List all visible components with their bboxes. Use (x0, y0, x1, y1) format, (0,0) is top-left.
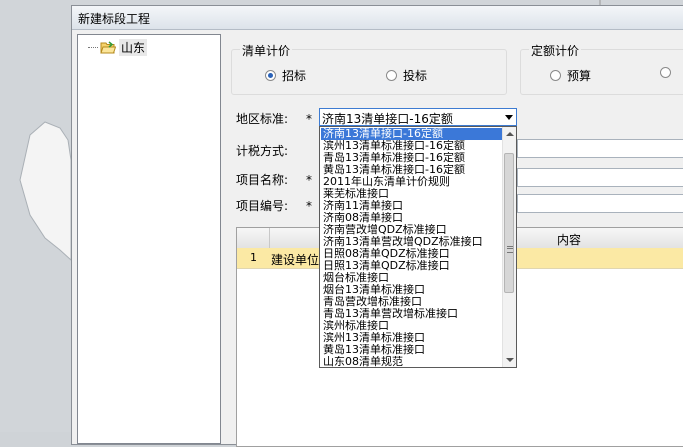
dropdown-option[interactable]: 济南11清单接口 (321, 200, 506, 212)
dropdown-option[interactable]: 莱芜标准接口 (321, 188, 506, 200)
column-header-content: 内容 (557, 233, 582, 247)
bill-pricing-title: 清单计价 (240, 42, 293, 59)
region-tree[interactable]: 山东 (77, 34, 221, 444)
radio-dot (386, 70, 397, 81)
dropdown-option[interactable]: 济南08清单接口 (321, 212, 506, 224)
row-number: 1 (250, 251, 257, 264)
dropdown-option[interactable]: 2011年山东清单计价规则 (321, 176, 506, 188)
quota-pricing-group: 定额计价 (520, 42, 683, 95)
dropdown-option[interactable]: 济南13清单营改增QDZ标准接口 (321, 236, 506, 248)
scroll-thumb[interactable] (504, 153, 514, 293)
region-standard-value: 济南13清单接口-16定额 (322, 112, 453, 126)
required-mark: * (306, 112, 312, 126)
radio-bid[interactable]: 投标 (386, 67, 427, 84)
project-name-label: 项目名称: (236, 173, 289, 187)
dropdown-option[interactable]: 黄岛13清单标准接口 (321, 344, 506, 356)
region-dropdown-list[interactable]: 济南13清单接口-16定额 滨州13清单标准接口-16定额 青岛13清单标准接口-1… (319, 126, 517, 368)
tree-connector (88, 47, 98, 48)
folder-open-icon (100, 41, 116, 54)
dropdown-option[interactable]: 滨州标准接口 (321, 320, 506, 332)
dropdown-option[interactable]: 烟台13清单标准接口 (321, 284, 506, 296)
dropdown-option[interactable]: 滨州13清单标准接口-16定额 (321, 140, 506, 152)
radio-label: 预算 (567, 69, 592, 83)
dropdown-option[interactable]: 济南营改增QDZ标准接口 (321, 224, 506, 236)
radio-dot (660, 67, 671, 78)
required-mark: * (306, 199, 312, 213)
dropdown-option[interactable]: 黄岛13清单标准接口-16定额 (321, 164, 506, 176)
region-standard-label: 地区标准: (236, 112, 289, 126)
dropdown-option[interactable]: 济南13清单接口-16定额 (321, 128, 506, 140)
quota-pricing-title: 定额计价 (529, 42, 582, 59)
window-title: 新建标段工程 (78, 12, 151, 26)
tree-node-label: 山东 (119, 39, 148, 56)
tax-method-label: 计税方式: (236, 144, 289, 158)
project-code-input[interactable] (517, 194, 683, 213)
row-name: 建设单位 (271, 253, 320, 267)
column-separator (269, 228, 270, 248)
project-name-input[interactable] (517, 168, 683, 187)
tree-node-root[interactable]: 山东 (88, 39, 148, 56)
dropdown-option[interactable]: 日照13清单QDZ标准接口 (321, 260, 506, 272)
radio-budget[interactable]: 预算 (550, 67, 591, 84)
dropdown-option[interactable]: 烟台标准接口 (321, 272, 506, 284)
radio-label: 招标 (282, 69, 307, 83)
radio-label: 投标 (403, 69, 428, 83)
dropdown-option[interactable]: 青岛营改增标准接口 (321, 296, 506, 308)
dropdown-option[interactable]: 青岛13清单营改增标准接口 (321, 308, 506, 320)
grip-icon (507, 246, 513, 253)
dropdown-option[interactable]: 滨州13清单标准接口 (321, 332, 506, 344)
dropdown-scrollbar[interactable] (502, 127, 516, 367)
tax-method-field[interactable] (517, 139, 683, 158)
region-standard-select[interactable]: 济南13清单接口-16定额 (319, 108, 517, 126)
scroll-up-icon[interactable] (506, 132, 514, 136)
radio-second-option[interactable] (660, 67, 677, 78)
chevron-down-icon[interactable] (505, 115, 513, 120)
radio-dot (265, 70, 276, 81)
radio-dot (550, 70, 561, 81)
dropdown-option[interactable]: 青岛13清单标准接口-16定额 (321, 152, 506, 164)
project-code-label: 项目编号: (236, 199, 289, 213)
scroll-down-icon[interactable] (506, 358, 514, 362)
radio-tender[interactable]: 招标 (265, 67, 306, 84)
dropdown-option[interactable]: 山东08清单规范 (321, 356, 506, 367)
dropdown-option[interactable]: 日照08清单QDZ标准接口 (321, 248, 506, 260)
title-bar[interactable]: 新建标段工程 (72, 6, 683, 30)
required-mark: * (306, 173, 312, 187)
